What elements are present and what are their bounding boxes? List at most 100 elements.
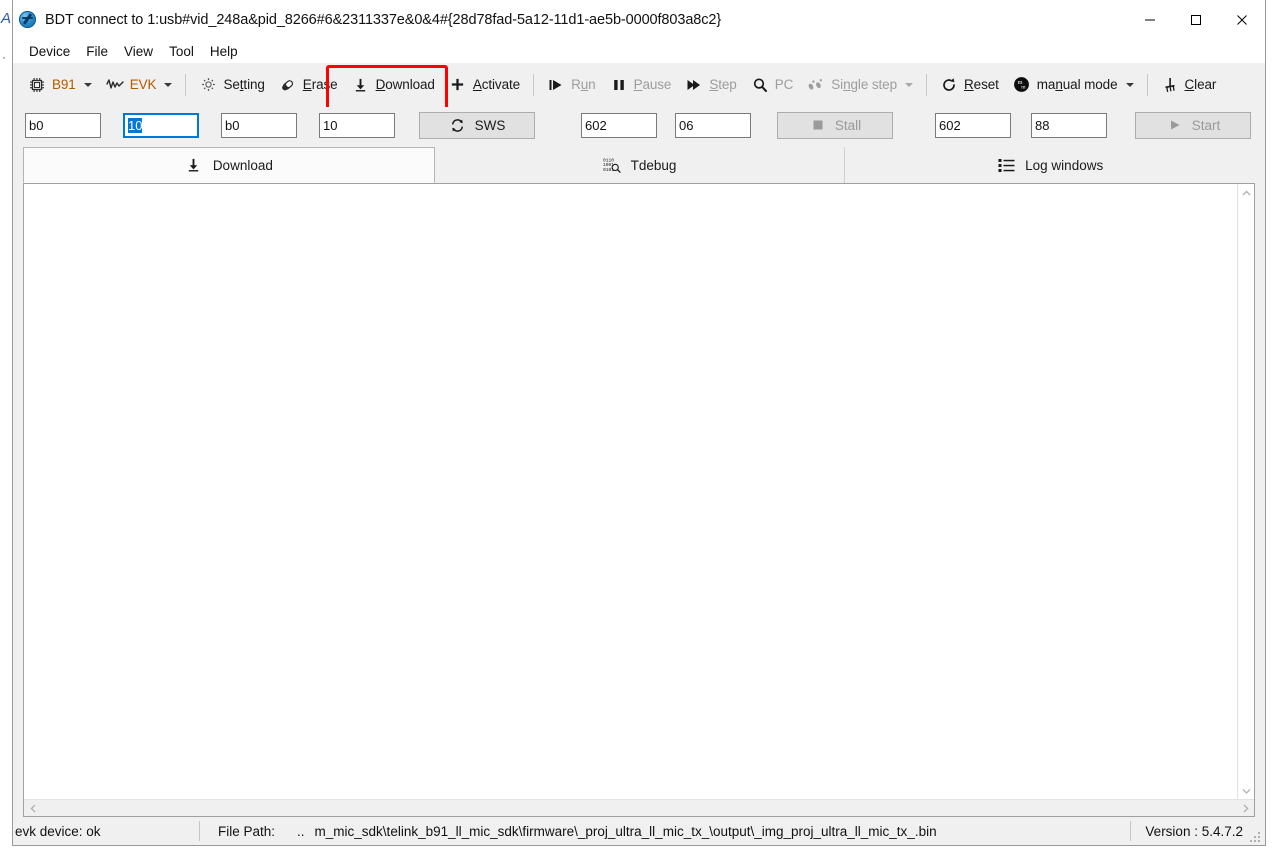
chevron-down-icon[interactable] [164,82,173,87]
length-field-1[interactable]: 10 [123,112,199,138]
toolbar-label-run: Run [571,77,596,92]
toolbar-label-b91: B91 [52,77,76,92]
menu-item-help[interactable]: Help [202,42,246,61]
binary-search-icon: 0110 1001 0101 [603,156,621,174]
tab-log-windows[interactable]: Log windows [845,147,1255,183]
reset-icon [940,76,958,94]
toolbar-button-evk[interactable]: EVK [99,69,180,101]
chip-icon [28,76,46,94]
toolbar-button-reset[interactable]: Reset [933,69,1006,101]
toolbar: B91 EVK Setting Erase Download Activate … [13,63,1265,115]
content-area [23,183,1255,817]
stall-value-field[interactable] [675,112,751,138]
sws-button-label: SWS [474,117,506,133]
chevron-down-icon[interactable] [905,82,913,87]
step-icon [685,76,703,94]
stall-button-label: Stall [834,117,862,133]
minimize-icon[interactable] [1127,0,1173,39]
status-file-path-prefix: .. [297,823,305,839]
tab-download[interactable]: Download [23,147,435,183]
stall-address-field[interactable] [581,112,657,138]
toolbar-label-erase: Erase [302,77,338,92]
background-artifact-glyph: A [1,10,12,27]
toolbar-label-evk: EVK [129,77,157,92]
pause-icon [610,76,628,94]
toolbar-button-pc[interactable]: PC [744,69,801,101]
play-icon [1166,116,1184,134]
address-field-2[interactable] [221,112,297,138]
tab-log-windows-label: Log windows [1025,157,1104,173]
sws-button[interactable]: SWS [419,111,535,139]
toolbar-button-clear[interactable]: Clear [1154,69,1224,101]
vertical-scrollbar-track[interactable] [1238,201,1254,782]
parameter-fields-row: 10 SWS Stall [13,107,1265,143]
toolbar-separator [1146,73,1148,96]
rake-icon [1161,76,1179,94]
gear-icon [199,76,217,94]
status-bar: evk device: ok File Path: .. m_mic_sdk\t… [13,817,1265,845]
length-field-1-value: 10 [128,117,143,133]
toolbar-label-clear: Clear [1184,77,1217,92]
stop-icon [809,116,827,134]
toolbar-label-download: Download [375,77,435,92]
window-title: BDT connect to 1:usb#vid_248a&pid_8266#6… [45,11,722,28]
toolbar-label-pc: PC [774,77,794,92]
chevron-down-icon[interactable] [1238,782,1254,799]
length-field-2[interactable] [319,112,395,138]
horizontal-scrollbar[interactable] [24,799,1254,816]
chevron-left-icon[interactable] [24,800,41,817]
chevron-down-icon[interactable] [1125,82,1134,87]
tab-tdebug[interactable]: 0110 1001 0101 Tdebug [435,147,846,183]
svg-text:m: m [1022,85,1027,91]
address-field-1[interactable] [25,112,101,138]
title-bar: BDT connect to 1:usb#vid_248a&pid_8266#6… [13,0,1265,39]
toolbar-label-step: Step [709,77,737,92]
menu-item-tool[interactable]: Tool [161,42,202,61]
refresh-icon [449,116,467,134]
toolbar-label-setting: Setting [223,77,265,92]
vertical-scrollbar[interactable] [1237,184,1254,799]
start-value-field[interactable] [1031,112,1107,138]
waveform-icon [106,76,124,94]
toolbar-button-activate[interactable]: Activate [442,69,527,101]
toolbar-button-run[interactable]: Run [540,69,603,101]
menu-item-view[interactable]: View [116,42,161,61]
tab-download-label: Download [212,157,273,173]
magnifier-icon [751,76,769,94]
start-address-field[interactable] [935,112,1011,138]
toolbar-button-manual-mode[interactable]: m m manual mode [1006,69,1141,101]
chevron-down-icon[interactable] [83,82,92,87]
toolbar-button-pause[interactable]: Pause [603,69,679,101]
toolbar-button-erase[interactable]: Erase [272,69,345,101]
toolbar-button-single-step[interactable]: Single step [800,69,920,101]
toolbar-button-download[interactable]: Download [345,69,442,101]
resize-grip-icon[interactable] [1250,830,1262,842]
menu-item-device[interactable]: Device [21,42,78,61]
maximize-icon[interactable] [1173,0,1219,39]
download-icon [185,156,203,174]
toolbar-label-manual-mode: manual mode [1036,77,1118,92]
menu-item-file[interactable]: File [78,42,116,61]
menu-bar: Device File View Tool Help [13,39,1265,63]
toolbar-button-setting[interactable]: Setting [192,69,271,101]
toolbar-label-activate: Activate [472,77,521,92]
toolbar-label-single-step: Single step [831,77,897,92]
toolbar-button-b91[interactable]: B91 [21,69,99,101]
stall-button[interactable]: Stall [777,111,893,139]
plus-icon [449,76,467,94]
manual-mode-icon: m m [1013,76,1031,94]
toolbar-button-step[interactable]: Step [678,69,743,101]
close-icon[interactable] [1219,0,1265,39]
chevron-up-icon[interactable] [1238,184,1254,201]
status-file-path-label: File Path: [218,823,276,839]
download-log-pane[interactable] [24,184,1237,799]
toolbar-label-reset: Reset [964,77,999,92]
window-controls [1127,0,1265,39]
status-version: Version : 5.4.7.2 [1145,823,1243,839]
background-artifact-dot: · [2,50,6,64]
start-button-label: Start [1191,117,1221,133]
start-button[interactable]: Start [1135,111,1251,139]
chevron-right-icon[interactable] [1237,800,1254,817]
tab-strip: Download 0110 1001 0101 Tdebug Log windo… [13,143,1265,183]
bdt-app-icon [19,11,36,28]
